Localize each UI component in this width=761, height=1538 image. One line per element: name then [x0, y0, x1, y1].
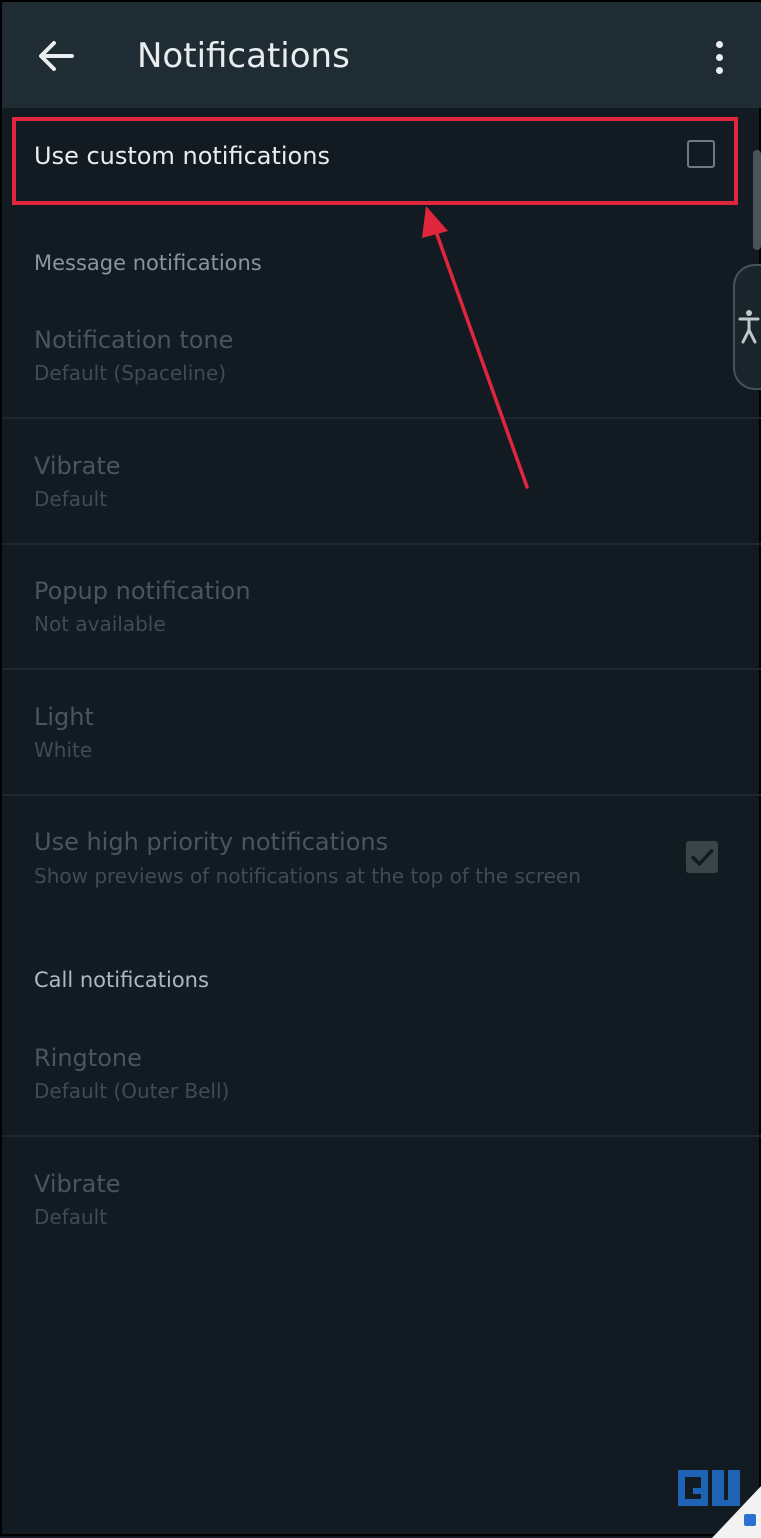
list-item-subtitle: Default (Outer Bell)	[34, 1079, 230, 1103]
divider	[2, 543, 761, 545]
list-item-subtitle: Default	[34, 1205, 108, 1229]
list-item-title: Light	[34, 703, 94, 731]
call-notifications-header: Call notifications	[34, 968, 209, 992]
accessibility-tab[interactable]	[733, 264, 761, 390]
watermark-logo	[678, 1470, 761, 1538]
divider	[2, 668, 761, 670]
list-item-title: Popup notification	[34, 577, 251, 605]
check-icon	[691, 849, 714, 866]
app-bar: Notifications	[2, 2, 761, 108]
list-item-subtitle: Show previews of notifications at the to…	[34, 864, 581, 888]
divider	[2, 794, 761, 796]
list-item-title: Vibrate	[34, 452, 121, 480]
page-title: Notifications	[137, 36, 350, 76]
list-item-subtitle: Default	[34, 487, 108, 511]
message-notifications-header: Message notifications	[34, 251, 262, 275]
list-item-title: Use high priority notifications	[34, 828, 389, 856]
more-options-button[interactable]	[708, 38, 732, 78]
high-priority-checkbox[interactable]	[686, 841, 718, 873]
list-item-subtitle: Default (Spaceline)	[34, 361, 227, 385]
list-item-subtitle: Not available	[34, 612, 166, 636]
accessibility-icon	[738, 310, 760, 344]
more-vert-icon	[716, 41, 723, 48]
arrow-left-icon	[39, 41, 74, 71]
list-item-title: Vibrate	[34, 1170, 121, 1198]
list-item-title: Ringtone	[34, 1044, 142, 1072]
list-item-title: Notification tone	[34, 326, 234, 354]
list-item-subtitle: White	[34, 738, 93, 762]
divider	[2, 417, 761, 419]
divider	[2, 1135, 761, 1137]
highlight-box	[12, 117, 738, 205]
back-button[interactable]	[36, 38, 76, 74]
scrollbar[interactable]	[753, 150, 761, 250]
